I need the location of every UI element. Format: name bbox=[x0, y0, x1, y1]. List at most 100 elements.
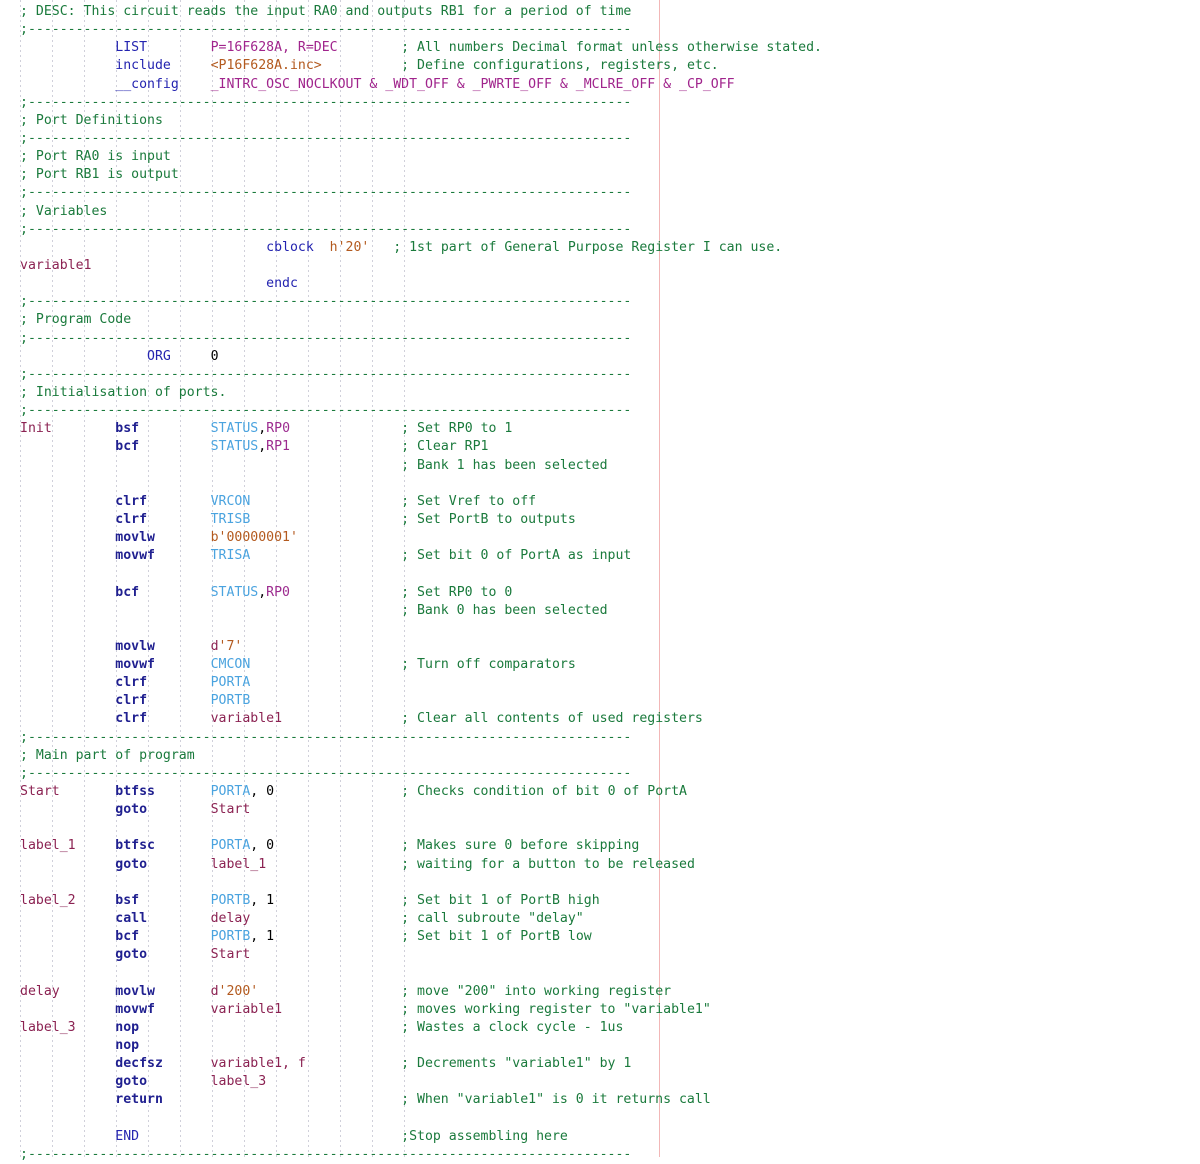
code-line[interactable]: ; Port Definitions bbox=[20, 112, 822, 130]
operand: label_1 bbox=[210, 856, 267, 872]
code-line[interactable]: clrf variable1 ; Clear all contents of u… bbox=[20, 710, 822, 728]
code-line[interactable]: movlw b'00000001' bbox=[20, 529, 822, 547]
comment-text: ; Bank 0 has been selected bbox=[401, 602, 608, 618]
operand-tail: , 0 bbox=[250, 784, 275, 800]
code-line[interactable]: label_3 nop ; Wastes a clock cycle - 1us bbox=[20, 1019, 822, 1037]
code-line[interactable]: return ; When "variable1" is 0 it return… bbox=[20, 1091, 822, 1109]
operand-bit: RP0 bbox=[266, 584, 290, 600]
code-line[interactable]: ORG 0 bbox=[20, 348, 822, 366]
code-line[interactable] bbox=[20, 964, 822, 982]
operand-register: TRISB bbox=[210, 511, 251, 527]
source-code-text[interactable]: ; DESC: This circuit reads the input RA0… bbox=[0, 0, 822, 1164]
code-line[interactable]: ;---------------------------------------… bbox=[20, 184, 822, 202]
code-line[interactable]: ; Bank 0 has been selected bbox=[20, 602, 822, 620]
separator-line: ;---------------------------------------… bbox=[20, 221, 632, 237]
mnemonic: btfss bbox=[115, 784, 155, 800]
code-line[interactable]: Start btfss PORTA, 0 ; Checks condition … bbox=[20, 783, 822, 801]
code-line[interactable]: goto label_3 bbox=[20, 1073, 822, 1091]
code-line[interactable]: movwf variable1 ; moves working register… bbox=[20, 1001, 822, 1019]
code-line[interactable]: ;---------------------------------------… bbox=[20, 94, 822, 112]
code-line[interactable]: endc bbox=[20, 275, 822, 293]
code-line[interactable]: label_2 bsf PORTB, 1 ; Set bit 1 of Port… bbox=[20, 892, 822, 910]
code-line[interactable]: ; Variables bbox=[20, 203, 822, 221]
operand-register: STATUS bbox=[210, 584, 259, 600]
code-line[interactable]: ;---------------------------------------… bbox=[20, 21, 822, 39]
operand: delay bbox=[210, 911, 251, 927]
code-line[interactable] bbox=[20, 874, 822, 892]
code-line[interactable]: ; DESC: This circuit reads the input RA0… bbox=[20, 3, 822, 21]
code-line[interactable]: call delay ; call subroute "delay" bbox=[20, 910, 822, 928]
code-line[interactable]: movwf CMCON ; Turn off comparators bbox=[20, 656, 822, 674]
code-line[interactable]: ;---------------------------------------… bbox=[20, 366, 822, 384]
code-line[interactable]: ;---------------------------------------… bbox=[20, 293, 822, 311]
literal-radix: d bbox=[210, 983, 219, 999]
code-line[interactable]: goto label_1 ; waiting for a button to b… bbox=[20, 856, 822, 874]
comment-text: ; Variables bbox=[20, 203, 108, 219]
code-line[interactable]: ;---------------------------------------… bbox=[20, 765, 822, 783]
code-line-wrapped[interactable]: variable1 bbox=[0, 257, 822, 275]
code-line[interactable]: Init bsf STATUS,RP0 ; Set RP0 to 1 bbox=[20, 420, 822, 438]
code-line[interactable]: ;---------------------------------------… bbox=[20, 729, 822, 747]
code-line[interactable]: bcf STATUS,RP0 ; Set RP0 to 0 bbox=[20, 584, 822, 602]
code-line[interactable]: __config _INTRC_OSC_NOCLKOUT & _WDT_OFF … bbox=[20, 76, 822, 94]
code-line[interactable]: bcf PORTB, 1 ; Set bit 1 of PortB low bbox=[20, 928, 822, 946]
code-line[interactable]: bcf STATUS,RP1 ; Clear RP1 bbox=[20, 438, 822, 456]
code-line[interactable]: nop bbox=[20, 1037, 822, 1055]
operand-bit: RP0 bbox=[266, 421, 291, 437]
code-editor-canvas[interactable]: ; DESC: This circuit reads the input RA0… bbox=[0, 0, 1200, 1162]
separator-line: ;---------------------------------------… bbox=[20, 765, 632, 781]
code-line[interactable]: delay movlw d'200' ; move "200" into wor… bbox=[20, 983, 822, 1001]
code-line[interactable] bbox=[20, 1110, 822, 1128]
code-line[interactable]: ;---------------------------------------… bbox=[20, 221, 822, 239]
code-line[interactable]: clrf PORTB bbox=[20, 692, 822, 710]
code-line[interactable]: goto Start bbox=[20, 946, 822, 964]
code-line[interactable]: ; Bank 1 has been selected bbox=[20, 457, 822, 475]
code-line[interactable]: decfsz variable1, f ; Decrements "variab… bbox=[20, 1055, 822, 1073]
code-line[interactable]: ; Program Code bbox=[20, 311, 822, 329]
code-line[interactable]: ;---------------------------------------… bbox=[20, 330, 822, 348]
code-line[interactable]: LIST P=16F628A, R=DEC ; All numbers Deci… bbox=[20, 39, 822, 57]
code-line[interactable] bbox=[20, 475, 822, 493]
code-line[interactable]: ; Port RB1 is output bbox=[20, 166, 822, 184]
code-line[interactable]: movwf TRISA ; Set bit 0 of PortA as inpu… bbox=[20, 547, 822, 565]
code-line[interactable]: include <P16F628A.inc> ; Define configur… bbox=[20, 57, 822, 75]
code-line[interactable]: ; Initialisation of ports. bbox=[20, 384, 822, 402]
operand: Start bbox=[210, 947, 251, 963]
separator-line: ;---------------------------------------… bbox=[20, 366, 632, 382]
code-line[interactable]: ;---------------------------------------… bbox=[20, 130, 822, 148]
code-line[interactable]: label_1 btfsc PORTA, 0 ; Makes sure 0 be… bbox=[20, 837, 822, 855]
code-line[interactable]: cblock h'20' ; 1st part of General Purpo… bbox=[20, 239, 822, 257]
code-line[interactable]: clrf VRCON ; Set Vref to off bbox=[20, 493, 822, 511]
code-line[interactable]: movlw d'7' bbox=[20, 638, 822, 656]
code-line[interactable] bbox=[20, 620, 822, 638]
code-line[interactable]: ;---------------------------------------… bbox=[20, 1146, 822, 1164]
code-line[interactable]: ;---------------------------------------… bbox=[20, 402, 822, 420]
code-line[interactable]: ; Main part of program bbox=[20, 747, 822, 765]
code-line[interactable]: END ;Stop assembling here bbox=[20, 1128, 822, 1146]
separator-line: ;---------------------------------------… bbox=[20, 729, 632, 745]
code-line[interactable] bbox=[20, 819, 822, 837]
code-line[interactable] bbox=[20, 565, 822, 583]
code-line[interactable]: goto Start bbox=[20, 801, 822, 819]
code-line[interactable]: clrf PORTA bbox=[20, 674, 822, 692]
mnemonic: include bbox=[115, 58, 171, 74]
code-line[interactable]: ; Port RA0 is input bbox=[20, 148, 822, 166]
operand-register: VRCON bbox=[210, 493, 251, 509]
code-line[interactable]: clrf TRISB ; Set PortB to outputs bbox=[20, 511, 822, 529]
